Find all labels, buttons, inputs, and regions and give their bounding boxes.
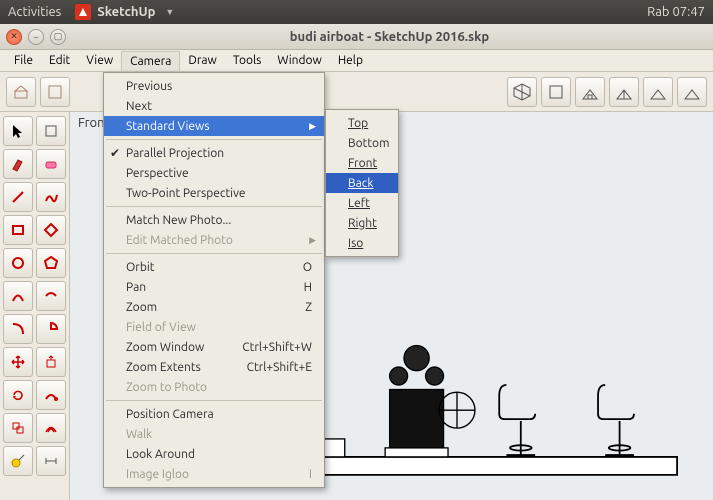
- menu-separator: [106, 253, 322, 254]
- toolbar-btn-1[interactable]: [6, 77, 36, 107]
- view-left[interactable]: Left: [326, 193, 398, 213]
- window-close-button[interactable]: ✕: [6, 29, 22, 45]
- window-titlebar: ✕ – ▢ budi airboat - SketchUp 2016.skp: [0, 24, 713, 50]
- view-back[interactable]: Back: [326, 173, 398, 193]
- chevron-right-icon: ▶: [309, 235, 316, 246]
- standard-views-submenu: Top Bottom Front Back Left Right Iso: [325, 109, 399, 257]
- clock[interactable]: Rab 07:47: [647, 5, 705, 19]
- menu-help[interactable]: Help: [330, 51, 371, 70]
- camera-parallel[interactable]: ✔Parallel Projection: [104, 143, 324, 163]
- menu-separator: [106, 400, 322, 401]
- camera-fov: Field of View: [104, 317, 324, 337]
- tape-tool[interactable]: [3, 446, 33, 476]
- tool-palette: [0, 112, 70, 500]
- move-tool[interactable]: [3, 347, 33, 377]
- view-bottom[interactable]: Bottom: [326, 133, 398, 153]
- camera-next[interactable]: Next: [104, 96, 324, 116]
- camera-look-around[interactable]: Look Around: [104, 444, 324, 464]
- arc-tool[interactable]: [3, 281, 33, 311]
- view-front[interactable]: Front: [326, 153, 398, 173]
- left-view-button[interactable]: [677, 77, 707, 107]
- make-component-tool[interactable]: [36, 116, 66, 146]
- menu-view[interactable]: View: [78, 51, 121, 70]
- menu-camera[interactable]: Camera: [121, 51, 180, 71]
- back-view-button[interactable]: [643, 77, 673, 107]
- camera-orbit[interactable]: OrbitO: [104, 257, 324, 277]
- select-tool[interactable]: [3, 116, 33, 146]
- camera-zoom[interactable]: ZoomZ: [104, 297, 324, 317]
- freehand-tool[interactable]: [36, 182, 66, 212]
- menu-separator: [106, 139, 322, 140]
- window-title: budi airboat - SketchUp 2016.skp: [72, 30, 707, 44]
- rotate-tool[interactable]: [3, 380, 33, 410]
- view-right[interactable]: Right: [326, 213, 398, 233]
- menu-tools[interactable]: Tools: [225, 51, 270, 70]
- iso-view-button[interactable]: [507, 77, 537, 107]
- pie-tool[interactable]: [36, 314, 66, 344]
- camera-zoom-window[interactable]: Zoom WindowCtrl+Shift+W: [104, 337, 324, 357]
- view-iso[interactable]: Iso: [326, 233, 398, 253]
- camera-pan[interactable]: PanH: [104, 277, 324, 297]
- camera-image-igloo: Image IglooI: [104, 464, 324, 484]
- menubar: File Edit View Camera Draw Tools Window …: [0, 50, 713, 72]
- line-tool[interactable]: [3, 182, 33, 212]
- rectangle-tool[interactable]: [3, 215, 33, 245]
- menu-separator: [106, 206, 322, 207]
- menu-edit[interactable]: Edit: [41, 51, 78, 70]
- camera-menu: Previous Next Standard Views▶ ✔Parallel …: [103, 72, 325, 488]
- front-view-button[interactable]: [575, 77, 605, 107]
- toolbar-btn-2[interactable]: [40, 77, 70, 107]
- arc3-tool[interactable]: [3, 314, 33, 344]
- camera-zoom-photo: Zoom to Photo: [104, 377, 324, 397]
- polygon-tool[interactable]: [36, 248, 66, 278]
- camera-position[interactable]: Position Camera: [104, 404, 324, 424]
- camera-match-new-photo[interactable]: Match New Photo...: [104, 210, 324, 230]
- camera-zoom-extents[interactable]: Zoom ExtentsCtrl+Shift+E: [104, 357, 324, 377]
- menu-draw[interactable]: Draw: [180, 51, 224, 70]
- eraser-tool[interactable]: [36, 149, 66, 179]
- right-view-button[interactable]: [609, 77, 639, 107]
- camera-edit-matched-photo: Edit Matched Photo▶: [104, 230, 324, 250]
- top-view-button[interactable]: [541, 77, 571, 107]
- paint-tool[interactable]: [3, 149, 33, 179]
- pushpull-tool[interactable]: [36, 347, 66, 377]
- activities-button[interactable]: Activities: [8, 5, 61, 19]
- window-maximize-button[interactable]: ▢: [50, 29, 66, 45]
- camera-standard-views[interactable]: Standard Views▶: [104, 116, 324, 136]
- app-menu[interactable]: SketchUp ▼: [75, 4, 174, 20]
- chevron-down-icon: ▼: [165, 7, 174, 17]
- camera-previous[interactable]: Previous: [104, 76, 324, 96]
- circle-tool[interactable]: [3, 248, 33, 278]
- chevron-right-icon: ▶: [309, 121, 316, 132]
- sketchup-icon: [75, 4, 91, 20]
- arc2-tool[interactable]: [36, 281, 66, 311]
- rotated-rect-tool[interactable]: [36, 215, 66, 245]
- menu-window[interactable]: Window: [269, 51, 329, 70]
- view-top[interactable]: Top: [326, 113, 398, 133]
- dimension-tool[interactable]: [36, 446, 66, 476]
- menu-file[interactable]: File: [6, 51, 41, 70]
- check-icon: ✔: [110, 146, 120, 160]
- camera-two-point[interactable]: Two-Point Perspective: [104, 183, 324, 203]
- camera-perspective[interactable]: Perspective: [104, 163, 324, 183]
- system-top-panel: Activities SketchUp ▼ Rab 07:47: [0, 0, 713, 24]
- camera-walk: Walk: [104, 424, 324, 444]
- offset-tool[interactable]: [36, 413, 66, 443]
- scale-tool[interactable]: [3, 413, 33, 443]
- followme-tool[interactable]: [36, 380, 66, 410]
- window-minimize-button[interactable]: –: [28, 29, 44, 45]
